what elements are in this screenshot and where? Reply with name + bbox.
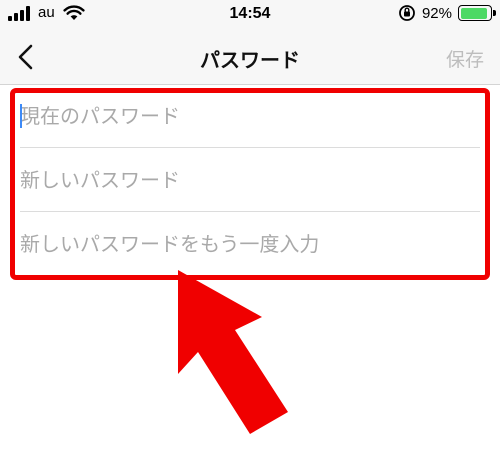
navigation-bar: パスワード 保存	[0, 30, 500, 85]
battery-fill	[460, 7, 488, 19]
status-bar-right: 92%	[398, 4, 496, 22]
save-button[interactable]: 保存	[446, 45, 484, 72]
password-settings-screen: au 14:54 92% パスワード 保存	[0, 0, 500, 464]
battery-percent: 92%	[421, 4, 452, 22]
page-title: パスワード	[200, 48, 300, 72]
highlight-box	[10, 88, 490, 280]
status-bar: au 14:54 92%	[0, 0, 500, 30]
battery-icon	[458, 5, 496, 21]
orientation-lock-icon	[399, 5, 415, 21]
pointer-arrow-icon	[178, 270, 288, 434]
